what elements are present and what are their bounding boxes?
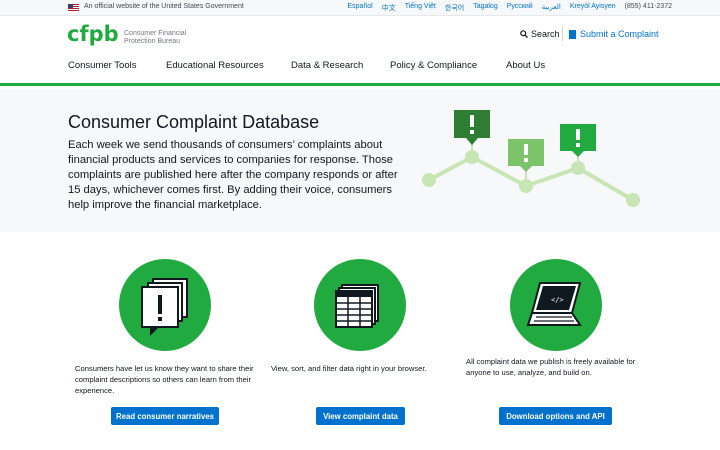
download-description: All complaint data we publish is freely … <box>466 357 636 377</box>
lang-link-vietnamese[interactable]: Tiếng Việt <box>405 3 436 13</box>
phone-number: (855) 411-2372 <box>624 3 672 10</box>
lang-link-korean[interactable]: 한국어 <box>445 3 464 13</box>
alert-bubble-icon <box>454 110 490 145</box>
speech-bubbles-icon <box>141 278 188 336</box>
hero-section: Consumer Complaint Database Each week we… <box>0 89 720 232</box>
nav-item-policy-compliance[interactable]: Policy & Compliance <box>390 60 477 71</box>
alert-bubble-icon <box>508 139 544 172</box>
nav-item-educational-resources[interactable]: Educational Resources <box>166 60 264 71</box>
nav-item-consumer-tools[interactable]: Consumer Tools <box>68 60 136 71</box>
lang-link-tagalog[interactable]: Tagalog <box>473 3 498 13</box>
logo-mark-text: cfpb <box>67 24 119 46</box>
data-table-icon <box>335 284 379 328</box>
read-narratives-button[interactable]: Read consumer narratives <box>111 407 219 425</box>
narratives-description: Consumers have let us know they want to … <box>75 364 254 395</box>
lang-link-arabic[interactable]: العربية <box>542 3 561 13</box>
logo-wordmark[interactable]: Consumer Financial Protection Bureau <box>124 30 186 46</box>
svg-text:</>: </> <box>551 296 564 304</box>
download-circle: </> <box>510 259 602 351</box>
logo-line-2: Protection Bureau <box>124 38 181 45</box>
submit-complaint-link[interactable]: Submit a Complaint <box>569 29 659 39</box>
search-label: Search <box>531 29 560 39</box>
header-divider <box>562 27 563 41</box>
laptop-code-icon: </> <box>526 282 582 326</box>
page-title: Consumer Complaint Database <box>68 112 320 132</box>
complaint-data-circle <box>314 259 406 351</box>
complaint-icon <box>569 29 576 39</box>
gov-banner: An official website of the United States… <box>0 0 720 16</box>
lang-link-haitian-creole[interactable]: Kreyòl Ayisyen <box>570 3 616 13</box>
lang-link-spanish[interactable]: Español <box>347 3 372 13</box>
complaint-data-description: View, sort, and filter data right in you… <box>271 364 427 373</box>
nav-item-about-us[interactable]: About Us <box>506 60 545 71</box>
lang-link-russian[interactable]: Русский <box>507 3 533 13</box>
hero-description: Each week we send thousands of consumers… <box>68 139 398 211</box>
logo-line-1: Consumer Financial <box>124 30 187 37</box>
language-links: Español 中文 Tiếng Việt 한국어 Tagalog Русски… <box>347 3 672 13</box>
alert-bubble-icon <box>560 124 596 157</box>
main-navigation: Consumer Tools Educational Resources Dat… <box>0 56 720 86</box>
submit-complaint-label: Submit a Complaint <box>580 29 659 39</box>
complaint-trend-illustration <box>422 110 640 207</box>
us-flag-icon <box>68 4 79 11</box>
nav-item-data-research[interactable]: Data & Research <box>291 60 363 71</box>
site-header: cfpb Consumer Financial Protection Burea… <box>0 17 720 55</box>
cfpb-logo-icon[interactable]: cfpb <box>67 24 119 46</box>
narratives-circle <box>119 259 211 351</box>
search-icon <box>520 30 528 38</box>
search-button[interactable]: Search <box>520 29 560 39</box>
view-complaint-data-button[interactable]: View complaint data <box>316 407 405 425</box>
gov-banner-text: An official website of the United States… <box>84 3 244 10</box>
download-options-button[interactable]: Download options and API <box>499 407 612 425</box>
lang-link-chinese[interactable]: 中文 <box>382 3 396 13</box>
